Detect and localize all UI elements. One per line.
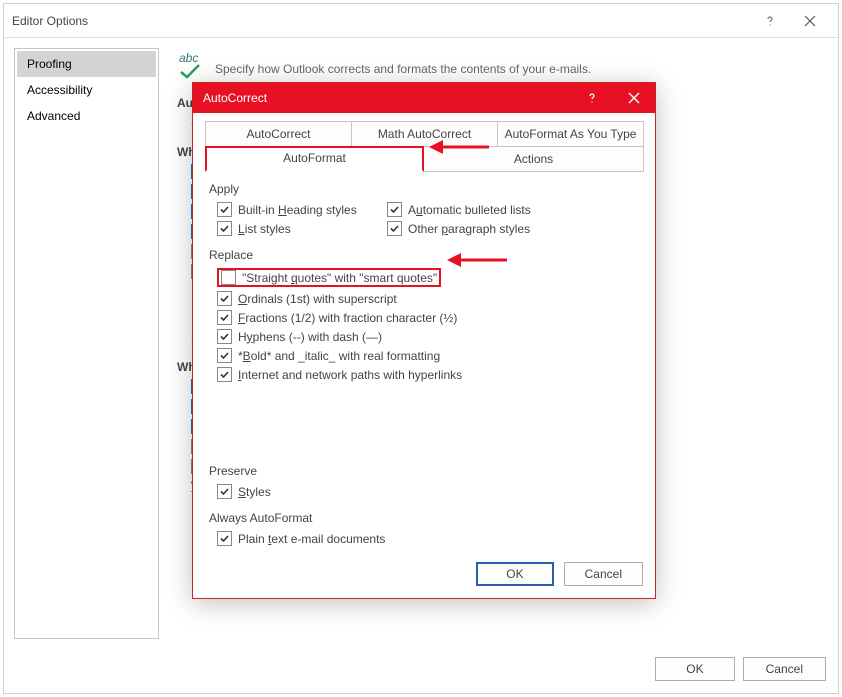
checkbox-other-paragraph[interactable]: [387, 221, 402, 236]
dialog-footer: OK Cancel: [205, 548, 643, 586]
tab-autocorrect[interactable]: AutoCorrect: [205, 121, 352, 147]
checkbox-plaintext-email[interactable]: [217, 531, 232, 546]
main-footer: OK Cancel: [655, 657, 826, 681]
legend-always: Always AutoFormat: [209, 511, 639, 525]
fieldset-replace: Replace "Straight quotes" with "smart qu…: [205, 248, 643, 384]
legend-replace: Replace: [209, 248, 639, 262]
cancel-button[interactable]: Cancel: [743, 657, 826, 681]
main-title: Editor Options: [12, 14, 750, 28]
checkbox-heading-styles[interactable]: [217, 202, 232, 217]
legend-preserve: Preserve: [209, 464, 639, 478]
fieldset-apply: Apply Built-in Heading styles Automatic …: [205, 182, 643, 238]
checkbox-bold-italic[interactable]: [217, 348, 232, 363]
tab-autoformat[interactable]: AutoFormat: [205, 146, 424, 172]
dialog-ok-button[interactable]: OK: [476, 562, 553, 586]
checkbox-hyperlinks[interactable]: [217, 367, 232, 382]
tab-autoformat-as-you-type[interactable]: AutoFormat As You Type: [497, 121, 644, 147]
sidebar: Proofing Accessibility Advanced: [14, 48, 159, 639]
annotation-arrow-icon: [447, 250, 507, 270]
fieldset-always: Always AutoFormat Plain text e-mail docu…: [205, 511, 643, 548]
dialog-close-icon[interactable]: [613, 83, 655, 113]
fieldset-preserve: Preserve Styles: [205, 464, 643, 501]
checkbox-hyphens[interactable]: [217, 329, 232, 344]
intro-text: Specify how Outlook corrects and formats…: [215, 62, 591, 80]
legend-apply: Apply: [209, 182, 639, 196]
checkbox-styles[interactable]: [217, 484, 232, 499]
svg-text:abc: abc: [179, 52, 198, 65]
dialog-title: AutoCorrect: [193, 91, 571, 105]
dialog-titlebar: AutoCorrect: [193, 83, 655, 113]
dialog-cancel-button[interactable]: Cancel: [564, 562, 643, 586]
proofing-icon: abc: [177, 52, 205, 80]
checkbox-bulleted-lists[interactable]: [387, 202, 402, 217]
sidebar-item-accessibility[interactable]: Accessibility: [17, 77, 156, 103]
highlighted-smartquotes: "Straight quotes" with "smart quotes": [217, 268, 441, 287]
checkbox-list-styles[interactable]: [217, 221, 232, 236]
autocorrect-dialog: AutoCorrect AutoCorrect Math AutoCorrect…: [192, 82, 656, 599]
sidebar-item-proofing[interactable]: Proofing: [17, 51, 156, 77]
checkbox-fractions[interactable]: [217, 310, 232, 325]
dialog-help-icon[interactable]: [571, 83, 613, 113]
sidebar-item-advanced[interactable]: Advanced: [17, 103, 156, 129]
main-titlebar: Editor Options: [4, 4, 838, 38]
ok-button[interactable]: OK: [655, 657, 734, 681]
tab-row-2: AutoFormat Actions: [205, 146, 643, 172]
checkbox-smart-quotes[interactable]: [221, 270, 236, 285]
checkbox-ordinals[interactable]: [217, 291, 232, 306]
annotation-arrow-icon: [429, 137, 489, 157]
help-icon[interactable]: [750, 6, 790, 36]
close-icon[interactable]: [790, 6, 830, 36]
tab-row-1: AutoCorrect Math AutoCorrect AutoFormat …: [205, 121, 643, 147]
